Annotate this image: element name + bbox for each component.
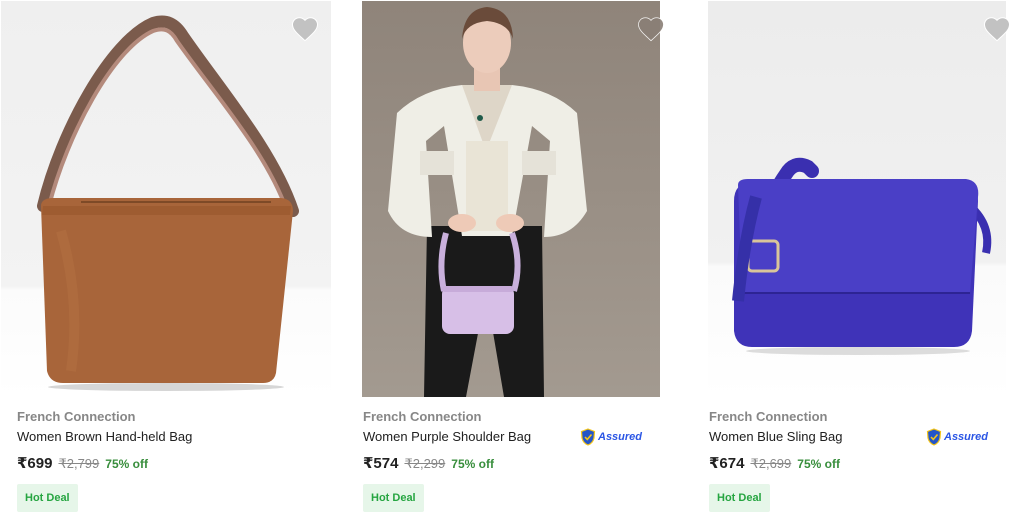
- original-price: ₹2,799: [58, 456, 100, 471]
- product-info: French Connection Women Purple Shoulder …: [363, 408, 673, 512]
- hot-deal-badge: Hot Deal: [363, 484, 424, 512]
- hot-deal-badge: Hot Deal: [709, 484, 770, 512]
- wishlist-heart-icon[interactable]: [982, 14, 1012, 44]
- price-row: ₹674 ₹2,699 75% off: [709, 454, 1019, 474]
- original-price: ₹2,299: [404, 456, 446, 471]
- assured-badge: Assured: [926, 428, 988, 446]
- price-row: ₹699 ₹2,799 75% off: [17, 454, 327, 474]
- discount-percent: 75% off: [797, 457, 840, 471]
- product-image[interactable]: [708, 1, 1006, 397]
- assured-label: Assured: [944, 431, 989, 443]
- product-card[interactable]: French Connection Women Brown Hand-held …: [1, 0, 331, 513]
- assured-label: Assured: [598, 431, 643, 443]
- selling-price: ₹574: [363, 455, 399, 472]
- product-info: French Connection Women Blue Sling Bag ₹…: [709, 408, 1019, 512]
- product-card[interactable]: French Connection Women Blue Sling Bag ₹…: [708, 0, 1022, 513]
- selling-price: ₹699: [17, 455, 53, 472]
- model-with-purple-bag-image: [388, 7, 587, 397]
- wishlist-heart-icon[interactable]: [636, 14, 666, 44]
- blue-sling-bag-image: [732, 157, 992, 355]
- original-price: ₹2,699: [750, 456, 792, 471]
- brand-name: French Connection: [363, 409, 482, 424]
- discount-percent: 75% off: [451, 457, 494, 471]
- selling-price: ₹674: [709, 455, 745, 472]
- brand-name: French Connection: [709, 409, 828, 424]
- product-image[interactable]: [1, 1, 331, 397]
- brown-handbag-image: [37, 15, 299, 391]
- product-title[interactable]: Women Brown Hand-held Bag: [17, 428, 327, 446]
- price-row: ₹574 ₹2,299 75% off: [363, 454, 673, 474]
- assured-badge: Assured: [580, 428, 642, 446]
- assured-shield-icon: [926, 428, 942, 446]
- wishlist-heart-icon[interactable]: [290, 14, 320, 44]
- product-info: French Connection Women Brown Hand-held …: [17, 408, 327, 512]
- assured-shield-icon: [580, 428, 596, 446]
- discount-percent: 75% off: [105, 457, 148, 471]
- product-image[interactable]: [362, 1, 660, 397]
- product-card[interactable]: French Connection Women Purple Shoulder …: [362, 0, 692, 513]
- hot-deal-badge: Hot Deal: [17, 484, 78, 512]
- product-grid: French Connection Women Brown Hand-held …: [0, 0, 1022, 513]
- brand-name: French Connection: [17, 409, 136, 424]
